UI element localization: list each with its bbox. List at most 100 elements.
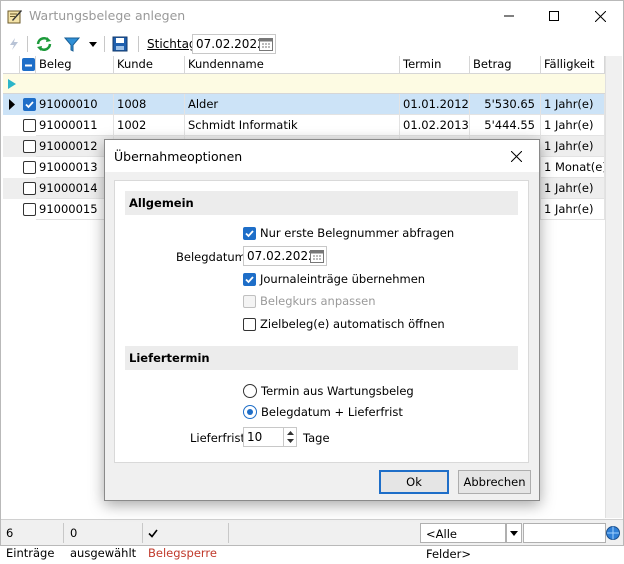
dialog-title: Übernahmeoptionen [114,149,243,164]
lock-status[interactable]: Belegsperre [144,523,229,560]
cell-kunde[interactable]: 1002 [114,115,185,136]
radio-belegdatum-option[interactable]: Belegdatum + Lieferfrist [243,405,403,419]
cell-beleg[interactable]: 91000015 [36,199,114,220]
lock-label: Belegsperre [148,546,217,560]
chevron-down-icon [89,41,97,47]
filter-button[interactable] [61,34,83,54]
cell-betrag[interactable]: 5'444.55 [470,115,541,136]
vertical-scrollbar[interactable] [605,56,622,518]
cell-faelligkeit[interactable]: 1 Jahr(e) [541,199,605,220]
save-button[interactable] [109,34,131,54]
close-icon [510,150,522,162]
stichtag-date-input[interactable]: 07.02.2022 [192,34,276,54]
check-icon [245,229,254,237]
options-dialog: Übernahmeoptionen Allgemein Nur erste Be… [104,139,540,501]
filter-row[interactable] [3,74,605,94]
window-title: Wartungsbelege anlegen [29,8,186,23]
cell-beleg[interactable]: 91000012 [36,136,114,157]
radio-termin[interactable] [243,384,257,398]
section-general-header: Allgemein [125,191,518,215]
opt-journal[interactable]: Journaleinträge übernehmen [243,272,425,286]
cell-termin[interactable]: 01.02.2013 [400,115,470,136]
kurs-label: Belegkurs anpassen [260,294,376,308]
row-checkbox[interactable] [23,140,36,153]
opt-open[interactable]: Zielbeleg(e) automatisch öffnen [243,317,445,331]
app-icon [7,10,22,24]
filter-row-arrow-icon [8,79,16,89]
field-filter-dropdown[interactable] [506,523,522,543]
belegdatum-date-input[interactable]: 07.02.2022 [243,246,327,266]
col-header-faelligkeit[interactable]: Fälligkeit [541,56,605,74]
cell-kundenname[interactable]: Alder [185,94,400,115]
row-checkbox[interactable] [23,119,36,132]
minimize-button[interactable] [486,1,532,31]
table-row[interactable]: 91000011 1002 Schmidt Informatik 01.02.2… [3,115,605,136]
cell-kundenname[interactable]: Schmidt Informatik [185,115,400,136]
search-input[interactable] [523,523,606,543]
first-number-checkbox[interactable] [243,226,256,240]
dialog-close-button[interactable] [501,145,531,167]
cell-betrag[interactable]: 5'530.65 [470,94,541,115]
select-all-checkbox[interactable] [22,58,35,71]
refresh-button[interactable] [33,34,55,54]
cell-beleg[interactable]: 91000013 [36,157,114,178]
close-button[interactable] [577,1,623,31]
spin-arrows-icon [287,431,294,443]
col-header-betrag[interactable]: Betrag [470,56,541,74]
status-bar: 6 Einträge 0 ausgewählt Belegsperre <All… [1,519,623,561]
cell-faelligkeit[interactable]: 1 Jahr(e) [541,178,605,199]
current-row-icon [9,99,15,110]
open-checkbox[interactable] [243,317,256,331]
opt-first-number[interactable]: Nur erste Belegnummer abfragen [243,226,454,240]
lieferfrist-spinner[interactable] [283,428,296,446]
cell-kunde[interactable]: 1008 [114,94,185,115]
col-header-beleg[interactable]: Beleg [36,56,114,74]
col-header-kundenname[interactable]: Kundenname [185,56,400,74]
row-checkbox[interactable] [23,182,36,195]
lightning-button[interactable] [5,34,23,54]
check-icon [25,101,34,109]
maximize-icon [549,11,559,21]
cell-faelligkeit[interactable]: 1 Monat(e) [541,157,605,178]
row-checkbox[interactable] [23,161,36,174]
row-checkbox[interactable] [23,203,36,216]
check-icon [245,275,254,283]
save-icon [112,36,128,52]
cell-beleg[interactable]: 91000011 [36,115,114,136]
select-all-header[interactable] [20,56,36,74]
cell-beleg[interactable]: 91000014 [36,178,114,199]
cell-faelligkeit[interactable]: 1 Jahr(e) [541,94,605,115]
filter-dropdown-button[interactable] [87,34,99,54]
cell-faelligkeit[interactable]: 1 Jahr(e) [541,136,605,157]
radio-belegdatum[interactable] [243,405,257,419]
cell-beleg[interactable]: 91000010 [36,94,114,115]
title-bar: Wartungsbelege anlegen [1,1,623,31]
table-row[interactable]: 91000010 1008 Alder 01.01.2012 5'530.65 … [3,94,605,115]
minimize-icon [504,15,514,17]
cell-termin[interactable]: 01.01.2012 [400,94,470,115]
first-number-label: Nur erste Belegnummer abfragen [260,226,455,240]
cell-faelligkeit[interactable]: 1 Jahr(e) [541,115,605,136]
lieferfrist-input[interactable]: 10 [243,427,297,447]
radio-termin-label: Termin aus Wartungsbeleg [261,384,414,398]
calendar-icon[interactable] [259,38,273,51]
cancel-button[interactable]: Abbrechen [458,470,531,494]
ok-button[interactable]: Ok [379,470,449,494]
toolbar: Stichtag 07.02.2022 [1,31,623,57]
search-button[interactable] [605,525,621,541]
radio-belegdatum-label: Belegdatum + Lieferfrist [261,405,403,419]
col-header-termin[interactable]: Termin [400,56,470,74]
row-checkbox[interactable] [23,98,36,111]
selected-count: 0 ausgewählt [65,523,143,560]
lieferfrist-label: Lieferfrist [190,431,246,445]
calendar-icon[interactable] [310,250,324,263]
field-filter-select[interactable]: <Alle Felder> [420,523,506,561]
col-header-kunde[interactable]: Kunde [114,56,185,74]
belegdatum-value: 07.02.2022 [247,249,316,263]
radio-termin-option[interactable]: Termin aus Wartungsbeleg [243,384,414,398]
entries-count: 6 Einträge [1,523,64,560]
filter-icon [63,37,81,52]
journal-checkbox[interactable] [243,272,256,286]
options-panel: Allgemein Nur erste Belegnummer abfragen… [114,180,529,463]
maximize-button[interactable] [531,1,577,31]
